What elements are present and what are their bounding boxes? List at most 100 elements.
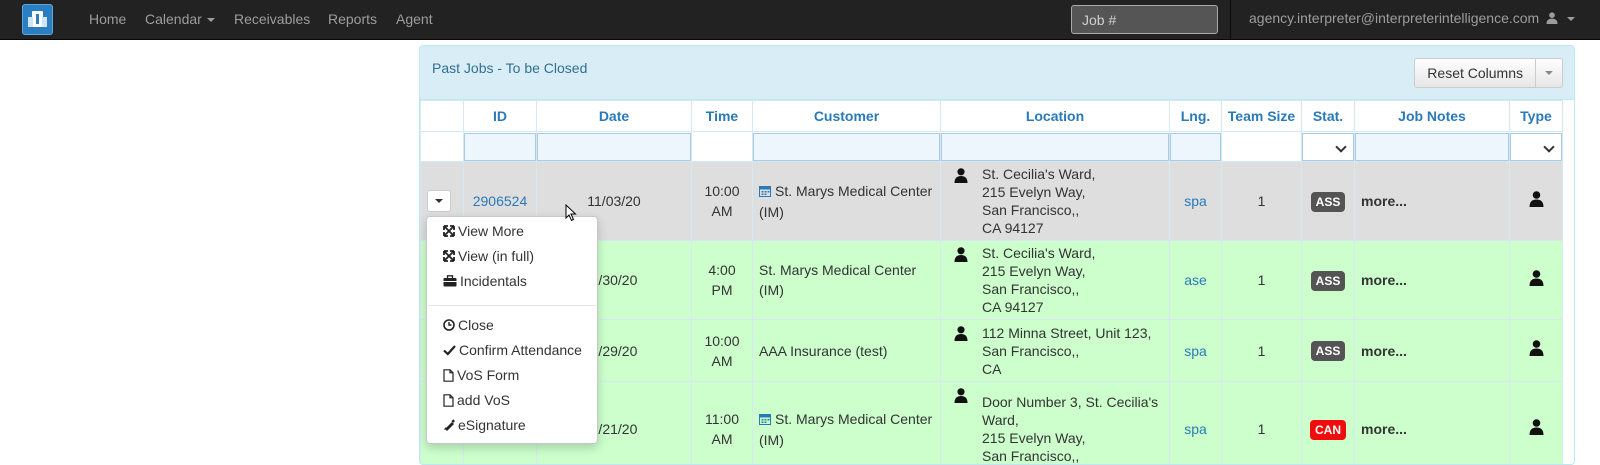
nav-divider	[1230, 0, 1231, 40]
person-icon	[954, 388, 968, 408]
id-filter-input[interactable]	[464, 133, 536, 161]
status-badge: ASS	[1311, 192, 1346, 212]
nav-calendar[interactable]: Calendar	[145, 10, 215, 28]
menu-item-incidentals[interactable]: Incidentals	[443, 273, 527, 289]
more-link[interactable]: more...	[1361, 193, 1407, 209]
filter-cell	[941, 132, 1170, 162]
column-header-status[interactable]: Stat.	[1302, 101, 1355, 132]
date-filter-input[interactable]	[537, 133, 691, 161]
person-icon	[954, 247, 968, 267]
calendar-icon	[759, 182, 771, 202]
type-filter-select[interactable]	[1510, 133, 1562, 161]
column-header-type[interactable]: Type	[1510, 101, 1563, 132]
filter-cell	[1355, 132, 1510, 162]
time-value: 4:00	[692, 260, 752, 280]
reset-columns-dropdown[interactable]	[1536, 59, 1562, 87]
language-filter-input[interactable]	[1170, 133, 1221, 161]
customer-name: St. Marys Medical Center	[759, 260, 934, 280]
user-menu[interactable]: agency.interpreter@interpreterintelligen…	[1249, 10, 1575, 27]
menu-item-close[interactable]: Close	[443, 317, 494, 333]
address-line: 215 Evelyn Way,	[982, 183, 1163, 201]
customer-cell: St. Marys Medical Center (IM)	[753, 382, 941, 465]
job-notes-filter-input[interactable]	[1355, 133, 1509, 161]
filter-row	[421, 132, 1563, 162]
menu-item-view-more[interactable]: View More	[443, 223, 524, 239]
app-logo[interactable]	[22, 4, 53, 35]
column-header-customer[interactable]: Customer	[753, 101, 941, 132]
address-line: CA 94127	[982, 219, 1163, 237]
language-link[interactable]: spa	[1184, 193, 1207, 209]
panel-title: Past Jobs - To be Closed	[432, 60, 587, 76]
status-cell: ASS	[1302, 320, 1355, 382]
team-size-cell: 1	[1222, 320, 1302, 382]
column-header-time[interactable]: Time	[692, 101, 753, 132]
menu-item-label: add VoS	[457, 392, 510, 408]
column-header-language[interactable]: Lng.	[1170, 101, 1222, 132]
user-email: agency.interpreter@interpreterintelligen…	[1249, 10, 1539, 26]
customer-cell: St. Marys Medical Center (IM)	[753, 162, 941, 241]
address-line: San Francisco,,	[982, 342, 1163, 360]
menu-item-label: Close	[458, 317, 494, 333]
filter-cell	[537, 132, 692, 162]
language-cell: spa	[1170, 162, 1222, 241]
person-icon	[1529, 273, 1544, 289]
check-icon	[443, 344, 456, 356]
pencil-icon	[443, 419, 455, 431]
location-cell: Door Number 3, St. Cecilia's Ward, 215 E…	[941, 382, 1170, 465]
status-filter-select[interactable]	[1302, 133, 1354, 161]
menu-item-view-in-full[interactable]: View (in full)	[443, 248, 534, 264]
language-cell: spa	[1170, 382, 1222, 465]
column-header-id[interactable]: ID	[464, 101, 537, 132]
address-line: San Francisco,,	[982, 280, 1163, 298]
column-header	[421, 101, 464, 132]
address-line: 215 Evelyn Way,	[982, 262, 1163, 280]
time-ampm: PM	[692, 280, 752, 300]
column-header-team-size[interactable]: Team Size	[1222, 101, 1302, 132]
filter-cell	[464, 132, 537, 162]
address-line: CA 94127	[982, 298, 1163, 316]
menu-item-confirm-attendance[interactable]: Confirm Attendance	[443, 342, 582, 358]
column-header-location[interactable]: Location	[941, 101, 1170, 132]
menu-item-vos-form[interactable]: VoS Form	[443, 367, 519, 383]
chevron-down-icon	[1545, 71, 1553, 75]
time-ampm: AM	[692, 429, 752, 449]
language-link[interactable]: ase	[1184, 272, 1207, 288]
filter-cell	[1170, 132, 1222, 162]
menu-item-label: View More	[458, 223, 524, 239]
user-icon	[1546, 11, 1558, 27]
customer-filter-input[interactable]	[753, 133, 940, 161]
type-cell	[1510, 162, 1563, 241]
location-cell: St. Cecilia's Ward, 215 Evelyn Way, San …	[941, 162, 1170, 241]
panel-heading: Past Jobs - To be Closed Reset Columns	[420, 46, 1574, 100]
column-header-date[interactable]: Date	[537, 101, 692, 132]
more-link[interactable]: more...	[1361, 421, 1407, 437]
filter-cell	[753, 132, 941, 162]
language-link[interactable]: spa	[1184, 343, 1207, 359]
person-icon	[954, 168, 968, 188]
more-link[interactable]: more...	[1361, 272, 1407, 288]
time-value: 11:00	[692, 409, 752, 429]
logo-icon	[23, 5, 52, 34]
column-header-job-notes[interactable]: Job Notes	[1355, 101, 1510, 132]
menu-item-label: Confirm Attendance	[459, 342, 582, 358]
menu-item-esignature[interactable]: eSignature	[443, 417, 526, 433]
time-cell: 4:00PM	[692, 241, 753, 320]
language-link[interactable]: spa	[1184, 421, 1207, 437]
nav-agent[interactable]: Agent	[396, 10, 433, 28]
job-id-link[interactable]: 2906524	[473, 193, 528, 209]
nav-reports[interactable]: Reports	[328, 10, 377, 28]
location-filter-input[interactable]	[941, 133, 1169, 161]
language-cell: spa	[1170, 320, 1222, 382]
nav-receivables[interactable]: Receivables	[234, 10, 310, 28]
nav-home[interactable]: Home	[89, 10, 126, 28]
reset-columns-button[interactable]: Reset Columns	[1415, 59, 1536, 87]
row-actions-toggle[interactable]	[427, 190, 451, 212]
address-line: St. Cecilia's Ward,	[982, 165, 1163, 183]
job-notes-cell: more...	[1355, 320, 1510, 382]
type-cell	[1510, 320, 1563, 382]
menu-item-add-vos[interactable]: add VoS	[443, 392, 510, 408]
address-line: Door Number 3, St. Cecilia's	[982, 393, 1163, 411]
job-number-search-input[interactable]	[1071, 5, 1218, 34]
person-icon	[1529, 343, 1544, 359]
more-link[interactable]: more...	[1361, 343, 1407, 359]
